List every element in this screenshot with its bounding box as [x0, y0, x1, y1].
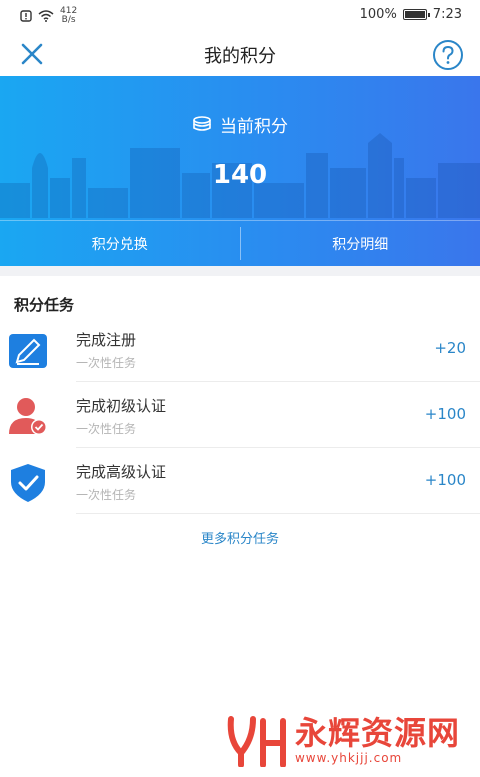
battery-percent: 100% — [359, 7, 397, 22]
watermark-url: www.yhkjjj.com — [294, 751, 403, 765]
task-points: +100 — [424, 471, 466, 489]
points-detail-button[interactable]: 积分明细 — [241, 221, 480, 266]
task-desc: 一次性任务 — [76, 422, 137, 436]
shield-check-icon — [11, 464, 45, 502]
task-desc: 一次性任务 — [76, 356, 137, 370]
task-body: 完成初级认证 一次性任务 +100 — [76, 382, 480, 448]
watermark-text: 永辉资源网 www.yhkjjj.com — [295, 715, 460, 765]
wifi-icon — [38, 10, 54, 22]
current-points-value: 140 — [212, 160, 268, 190]
task-body: 完成注册 一次性任务 +20 — [76, 316, 480, 382]
user-verified-icon — [9, 398, 47, 435]
tasks-section-title: 积分任务 — [14, 296, 75, 314]
watermark-logo-icon — [227, 716, 286, 767]
points-exchange-button[interactable]: 积分兑换 — [0, 221, 240, 266]
task-points: +100 — [424, 405, 466, 423]
section-gap — [0, 266, 480, 276]
task-item-basic-verify[interactable]: 完成初级认证 一次性任务 +100 — [0, 382, 480, 448]
task-desc: 一次性任务 — [76, 488, 137, 502]
status-left: 412 B/s — [20, 7, 77, 25]
status-right: 100% 7:23 — [360, 7, 462, 22]
points-hero: 当前积分 140 积分兑换 积分明细 — [0, 76, 480, 266]
task-name: 完成高级认证 — [76, 463, 167, 481]
task-name: 完成初级认证 — [76, 397, 167, 415]
net-speed: 412 B/s — [60, 7, 77, 25]
task-points: +20 — [434, 339, 466, 357]
net-speed-unit: B/s — [61, 15, 76, 25]
current-points-label-row: 当前积分 — [0, 112, 480, 137]
current-points-label: 当前积分 — [220, 117, 288, 137]
watermark-title: 永辉资源网 — [294, 714, 460, 752]
task-item-register[interactable]: 完成注册 一次性任务 +20 — [0, 316, 480, 382]
coins-icon — [193, 115, 211, 131]
notification-alert-icon — [20, 10, 32, 22]
task-list: 完成注册 一次性任务 +20 完成初级认证 一次性任务 +100 完成高级认证 … — [0, 316, 480, 514]
task-body: 完成高级认证 一次性任务 +100 — [76, 448, 480, 514]
close-icon[interactable] — [18, 40, 46, 68]
nav-bar: 我的积分 — [0, 32, 480, 76]
watermark: 永辉资源网 www.yhkjjj.com — [227, 713, 460, 767]
hero-actions: 积分兑换 积分明细 — [0, 220, 480, 266]
status-bar: 412 B/s 100% 7:23 — [0, 0, 480, 32]
clock: 7:23 — [432, 7, 462, 22]
help-icon[interactable] — [432, 39, 464, 71]
more-tasks-link[interactable]: 更多积分任务 — [0, 528, 480, 547]
battery-icon — [402, 9, 430, 20]
task-name: 完成注册 — [76, 331, 137, 349]
task-item-advanced-verify[interactable]: 完成高级认证 一次性任务 +100 — [0, 448, 480, 514]
page-title: 我的积分 — [204, 46, 276, 67]
edit-icon — [9, 334, 47, 368]
